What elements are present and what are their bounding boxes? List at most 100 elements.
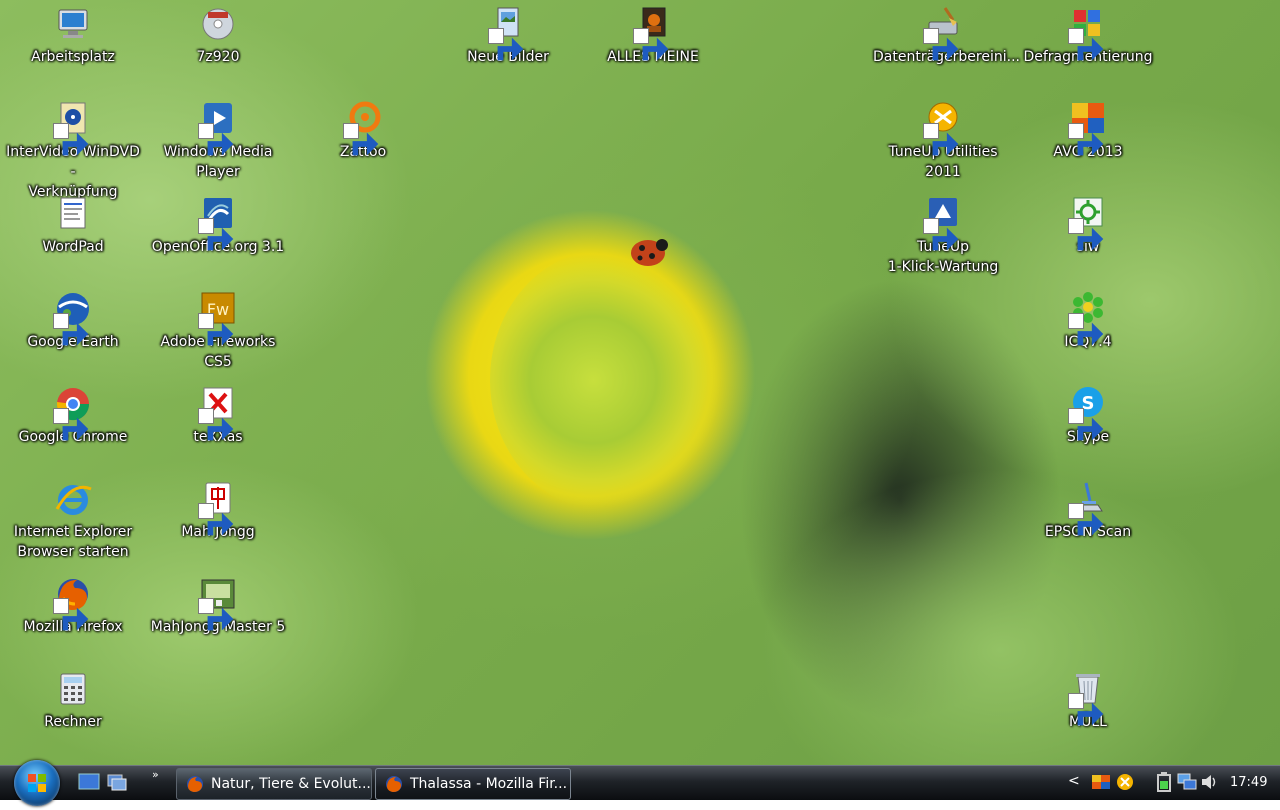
shortcut-arrow-icon	[488, 28, 524, 61]
pictures-folder-icon	[488, 4, 528, 61]
desktop-icon-zattoo[interactable]: Zattoo	[293, 97, 433, 189]
wordpad-icon	[53, 194, 93, 234]
desktop-icon-siw[interactable]: siw	[1018, 192, 1158, 284]
desktop-icon-alles-meine[interactable]: ALLES MEINE	[583, 2, 723, 94]
desktop-icon-avg[interactable]: AVG 2013	[1018, 97, 1158, 189]
desktop-icon-rechner[interactable]: Rechner	[3, 667, 143, 759]
avg-antivirus-icon	[1068, 99, 1108, 156]
desktop-icon-internet-explorer[interactable]: Internet Explorer Browser starten	[3, 477, 143, 569]
desktop-icon-chrome[interactable]: Google Chrome	[3, 382, 143, 474]
icon-label: Internet Explorer Browser starten	[13, 524, 133, 560]
switch-windows-icon	[107, 774, 127, 791]
desktop-icon-muell[interactable]: MÜLL	[1018, 667, 1158, 759]
openoffice-icon	[198, 194, 238, 251]
desktop-icon-windvd[interactable]: InterVideo WinDVD - Verknüpfung	[3, 97, 143, 200]
desktop-icon-tuneup-1-klick[interactable]: TuneUp 1-Klick-Wartung	[873, 192, 1013, 284]
zattoo-icon	[343, 99, 383, 156]
firefox-icon	[187, 776, 203, 792]
shortcut-arrow-icon	[923, 218, 959, 251]
quicklaunch-more-button[interactable]: »	[152, 768, 159, 781]
icon-label: Arbeitsplatz	[31, 49, 115, 65]
desktop-icon-datentraegerbereinigung[interactable]: Datenträgerbereini...	[873, 2, 1020, 94]
desktop-icon-7z920[interactable]: 7z920	[148, 2, 288, 94]
shortcut-arrow-icon	[198, 598, 234, 631]
avg-tray-icon[interactable]	[1090, 771, 1112, 793]
taskbar-button-thalassa[interactable]: Thalassa - Mozilla Fir...	[375, 768, 571, 800]
shortcut-arrow-icon	[53, 598, 89, 631]
desktop-icon-wordpad[interactable]: WordPad	[3, 192, 143, 284]
show-desktop-button[interactable]	[78, 772, 100, 792]
chrome-icon	[53, 384, 93, 441]
shortcut-arrow-icon	[923, 28, 959, 61]
network-icon[interactable]	[1176, 771, 1198, 793]
icon-label: Rechner	[44, 714, 102, 730]
desktop-icon-texxas[interactable]: teXXas	[148, 382, 288, 474]
scanner-icon	[1068, 479, 1108, 536]
tuneup-tray-icon[interactable]	[1114, 771, 1136, 793]
defragment-icon	[1068, 4, 1108, 61]
mahjongg-master-icon	[198, 574, 238, 631]
photo-folder-icon	[633, 4, 673, 61]
tuneup-maintenance-icon	[923, 194, 963, 251]
recycle-bin-icon	[1068, 669, 1108, 726]
desktop-icon-windows-media-player[interactable]: Windows Media Player	[148, 97, 288, 189]
desktop-icon-neue-bilder[interactable]: Neue Bilder	[438, 2, 578, 94]
shortcut-arrow-icon	[53, 408, 89, 441]
disk-cleanup-icon	[923, 4, 963, 61]
firefox-icon	[386, 776, 402, 792]
google-earth-icon	[53, 289, 93, 346]
show-desktop-icon	[78, 773, 100, 790]
desktop-icon-defragmentierung[interactable]: Defragmentierung	[1018, 2, 1158, 94]
icon-label: 7z920	[196, 49, 240, 65]
clock[interactable]: 17:49	[1230, 766, 1267, 800]
windows-start-orb-icon	[28, 774, 46, 792]
ladybug-wallpaper-detail	[631, 239, 668, 266]
task-title: Natur, Tiere & Evolut...	[211, 776, 371, 792]
skype-icon: S	[1068, 384, 1108, 441]
desktop-icon-fireworks[interactable]: Fw Adobe Fireworks CS5	[148, 287, 288, 379]
fireworks-icon: Fw	[198, 289, 238, 346]
icon-label: WordPad	[42, 239, 104, 255]
shortcut-arrow-icon	[198, 503, 234, 536]
shortcut-arrow-icon	[198, 313, 234, 346]
calculator-icon	[53, 669, 93, 709]
shortcut-arrow-icon	[1068, 693, 1104, 726]
computer-icon	[53, 4, 93, 44]
tuneup-icon	[923, 99, 963, 156]
desktop-icon-mah-jongg[interactable]: Mah Jongg	[148, 477, 288, 569]
desktop-icon-tuneup-2011[interactable]: TuneUp Utilities 2011	[873, 97, 1013, 189]
taskbar-button-natur[interactable]: Natur, Tiere & Evolut...	[176, 768, 372, 800]
shortcut-arrow-icon	[198, 408, 234, 441]
desktop-icon-skype[interactable]: S Skype	[1018, 382, 1158, 474]
shortcut-arrow-icon	[53, 313, 89, 346]
shortcut-arrow-icon	[1068, 313, 1104, 346]
desktop-icon-firefox[interactable]: Mozilla Firefox	[3, 572, 143, 664]
media-player-icon	[198, 99, 238, 156]
sunflower-wallpaper-detail	[490, 250, 720, 510]
desktop-icon-icq[interactable]: ICQ7.4	[1018, 287, 1158, 379]
desktop-icon-epson-scan[interactable]: EPSON Scan	[1018, 477, 1158, 569]
desktop-background: Arbeitsplatz InterVideo WinDVD - Verknüp…	[0, 0, 1280, 765]
installer-disc-icon	[198, 4, 238, 44]
shortcut-arrow-icon	[1068, 218, 1104, 251]
show-hidden-icons-chevron[interactable]: <	[1068, 773, 1080, 789]
shortcut-arrow-icon	[1068, 123, 1104, 156]
taskbar: » Natur, Tiere & Evolut... Thalassa - Mo…	[0, 760, 1280, 806]
firefox-icon	[53, 574, 93, 631]
task-title: Thalassa - Mozilla Fir...	[410, 776, 568, 792]
texxas-icon	[198, 384, 238, 441]
desktop-icon-google-earth[interactable]: Google Earth	[3, 287, 143, 379]
power-battery-icon[interactable]	[1154, 771, 1174, 793]
start-button[interactable]	[14, 760, 60, 806]
desktop-icon-arbeitsplatz[interactable]: Arbeitsplatz	[3, 2, 143, 94]
volume-icon[interactable]	[1200, 772, 1220, 792]
shortcut-arrow-icon	[198, 218, 234, 251]
shortcut-arrow-icon	[633, 28, 669, 61]
shortcut-arrow-icon	[198, 123, 234, 156]
switch-windows-button[interactable]	[106, 772, 128, 792]
shortcut-arrow-icon	[53, 123, 89, 156]
icq-flower-icon	[1068, 289, 1108, 346]
dvd-player-icon	[53, 99, 93, 156]
desktop-icon-mahjongg-master[interactable]: MahJongg Master 5	[148, 572, 288, 664]
desktop-icon-openoffice[interactable]: OpenOffice.org 3.1	[148, 192, 288, 284]
